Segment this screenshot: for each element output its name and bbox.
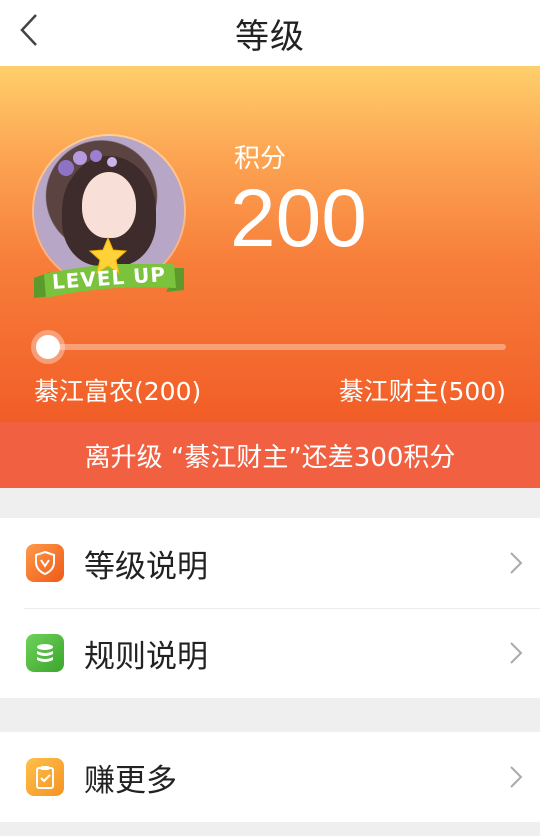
level-progress-track — [48, 344, 506, 350]
menu-item-earn-more[interactable]: 赚更多 — [0, 732, 540, 822]
clipboard-check-icon — [26, 758, 64, 796]
score-value: 200 — [230, 173, 367, 264]
back-button[interactable] — [14, 10, 44, 50]
menu-item-label: 赚更多 — [84, 762, 177, 799]
shield-icon — [26, 544, 64, 582]
page-title: 等级 — [235, 16, 305, 57]
menu-item-label: 规则说明 — [84, 638, 208, 675]
menu-group-2: 赚更多 — [0, 732, 540, 822]
avatar[interactable]: LEVEL UP — [34, 136, 184, 298]
menu-item-rules[interactable]: 规则说明 — [0, 608, 540, 698]
top-bar: 等级 — [0, 0, 540, 66]
chevron-left-icon — [20, 14, 37, 46]
flowers-icon — [58, 150, 117, 176]
level-card: LEVEL UP 积分 200 綦江富农(200) 綦江财主(500) — [0, 66, 540, 422]
chevron-right-icon — [510, 766, 523, 788]
chevron-right-icon — [510, 642, 523, 664]
menu-group-1: 等级说明 规则说明 — [0, 518, 540, 698]
coins-icon — [26, 634, 64, 672]
menu-item-level-info[interactable]: 等级说明 — [0, 518, 540, 608]
current-level-label: 綦江富农(200) — [34, 377, 202, 406]
upgrade-hint-banner: 离升级 “綦江财主”还差300积分 — [0, 422, 540, 488]
next-level-label: 綦江财主(500) — [338, 377, 506, 406]
score-label: 积分 — [234, 144, 287, 174]
chevron-right-icon — [510, 552, 523, 574]
level-progress-thumb — [36, 335, 60, 359]
menu-item-label: 等级说明 — [84, 548, 208, 585]
